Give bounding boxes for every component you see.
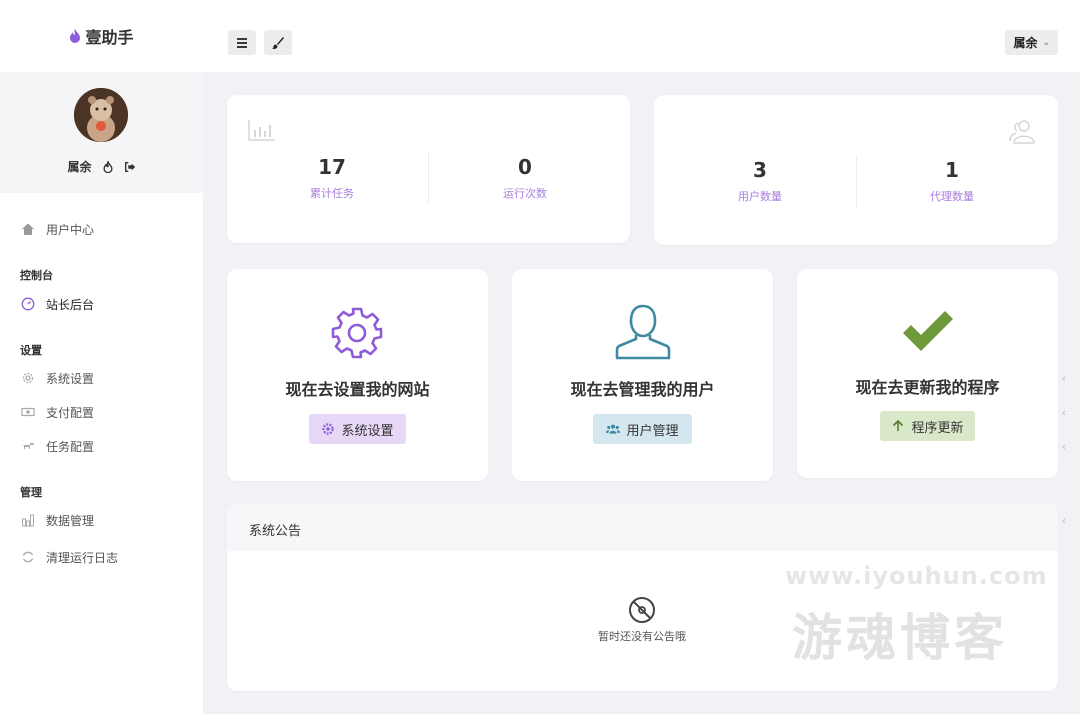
stat-total-tasks: 17 累计任务 [257, 155, 407, 201]
chevron-left-icon: ‹ [1061, 439, 1066, 453]
user-management-button[interactable]: 用户管理 [593, 414, 692, 444]
section-console-heading: 控制台 [20, 269, 53, 282]
refresh-icon [20, 549, 36, 565]
flame-icon [70, 29, 81, 43]
stat-value: 1 [945, 158, 959, 182]
stat-value: 17 [318, 155, 346, 179]
watermark-url: www.iyouhun.com [785, 562, 1048, 590]
stat-label: 代理数量 [930, 190, 974, 203]
button-label: 程序更新 [911, 420, 964, 436]
users-icon [606, 424, 621, 434]
button-label: 用户管理 [626, 423, 679, 439]
chevron-down-icon: ⌄ [1042, 37, 1050, 48]
stat-value: 0 [518, 155, 532, 179]
sidebar: 属余 [0, 72, 203, 714]
user-dropdown[interactable]: 属余 ⌄ [1005, 30, 1058, 55]
hamburger-icon [237, 37, 247, 48]
bar-chart-icon [248, 120, 275, 141]
user-dropdown-name: 属余 [1013, 36, 1038, 50]
action-title: 现在去管理我的用户 [570, 380, 715, 399]
gear-icon [322, 423, 335, 435]
divider [856, 155, 857, 207]
profile-name: 属余 [67, 160, 92, 174]
dog-icon [20, 438, 36, 454]
program-update-button[interactable]: 程序更新 [880, 411, 975, 441]
button-label: 系统设置 [341, 423, 394, 439]
action-card-users: 现在去管理我的用户 用户管理 [512, 269, 773, 481]
disc-slash-icon [629, 597, 655, 623]
notice-empty-state: 暂时还没有公告哦 [580, 596, 704, 644]
action-card-update: 现在去更新我的程序 程序更新 [797, 269, 1058, 478]
chevron-left-icon: ‹ [1061, 371, 1066, 385]
chevron-left-icon: ‹ [1061, 405, 1066, 419]
sidebar-item-label: 任务配置 [46, 439, 95, 454]
top-bar: 壹助手 属余 ⌄ [0, 0, 1080, 72]
brush-icon [272, 36, 284, 49]
profile-row: 属余 [0, 158, 203, 175]
stat-run-count: 0 运行次数 [450, 155, 600, 201]
stat-user-count: 3 用户数量 [685, 158, 835, 204]
sidebar-item-label: 站长后台 [46, 297, 95, 312]
stat-value: 3 [753, 158, 767, 182]
sidebar-item-label: 数据管理 [46, 513, 95, 528]
avatar[interactable] [74, 88, 128, 142]
action-title: 现在去更新我的程序 [855, 378, 1000, 397]
bar-chart-icon [20, 512, 36, 528]
home-icon [20, 221, 36, 237]
section-settings-heading: 设置 [20, 344, 42, 357]
chevron-left-icon: ‹ [1061, 513, 1066, 527]
logout-icon[interactable] [124, 161, 136, 173]
flame-icon[interactable] [102, 160, 114, 173]
sidebar-item-label: 用户中心 [46, 222, 95, 237]
stats-card-users: 3 用户数量 1 代理数量 [654, 95, 1058, 245]
stat-label: 累计任务 [310, 187, 354, 200]
watermark-name: 游魂博客 [792, 608, 1008, 667]
gear-icon [20, 370, 36, 386]
sidebar-item-label: 清理运行日志 [46, 550, 119, 565]
divider [428, 152, 429, 204]
empty-text: 暂时还没有公告哦 [598, 630, 686, 643]
system-settings-button[interactable]: 系统设置 [309, 414, 406, 444]
dashboard-icon [20, 296, 36, 312]
theme-button[interactable] [264, 30, 292, 55]
profile-panel: 属余 [0, 72, 203, 193]
notice-title: 系统公告 [249, 524, 302, 539]
stat-agent-count: 1 代理数量 [877, 158, 1027, 204]
brand[interactable]: 壹助手 [0, 0, 203, 72]
arrow-up-icon [893, 419, 904, 431]
stat-label: 用户数量 [738, 190, 782, 203]
stat-label: 运行次数 [503, 187, 547, 200]
checkmark-icon [903, 311, 953, 351]
sidebar-item-label: 系统设置 [46, 371, 95, 386]
user-icon [615, 304, 671, 360]
menu-toggle-button[interactable] [228, 30, 256, 55]
notice-header: 系统公告 [227, 504, 1058, 551]
users-icon [1009, 120, 1035, 144]
money-icon [20, 404, 36, 420]
brand-name: 壹助手 [85, 28, 134, 47]
gear-icon [331, 307, 383, 359]
sidebar-item-label: 支付配置 [46, 405, 95, 420]
action-title: 现在去设置我的网站 [285, 380, 430, 399]
action-card-settings: 现在去设置我的网站 系统设置 [227, 269, 488, 481]
section-manage-heading: 管理 [20, 486, 42, 499]
stats-card-tasks: 17 累计任务 0 运行次数 [227, 95, 630, 243]
